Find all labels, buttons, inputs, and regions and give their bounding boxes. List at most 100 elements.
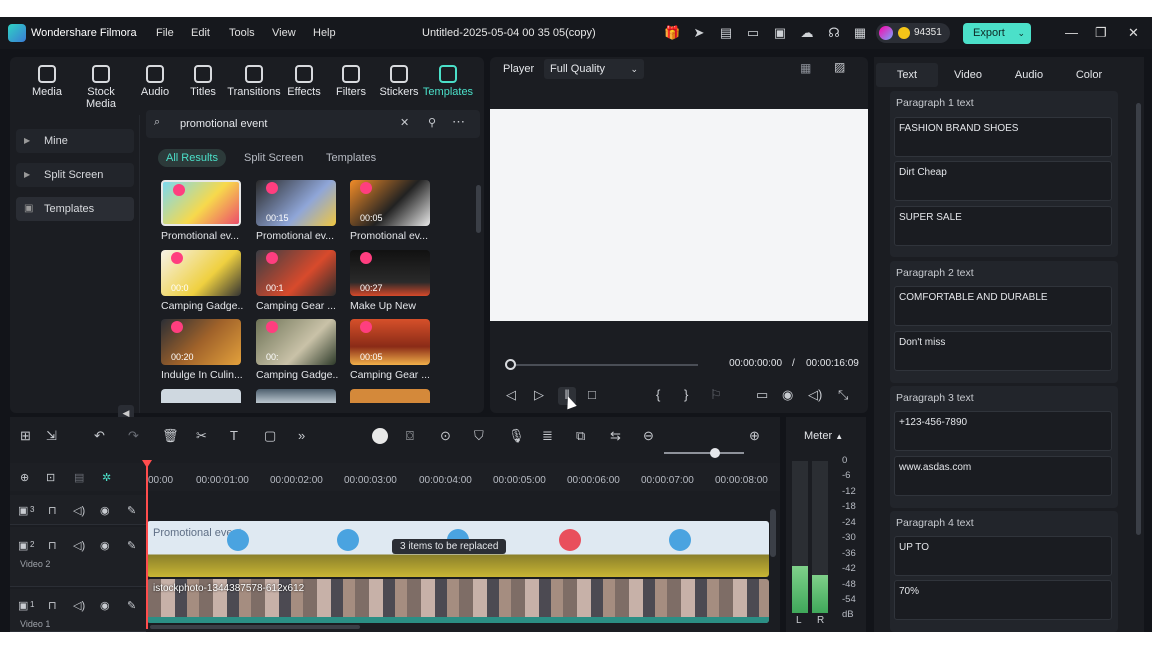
search-input[interactable]: promotional event [180,118,267,130]
tool-templates[interactable]: Templates [421,65,475,98]
menu-edit[interactable]: Edit [191,27,210,39]
clip-istockphoto[interactable]: istockphoto-1344387578-612x612 [147,579,769,623]
text-field[interactable]: +123-456-7890 [894,411,1112,451]
tool-effects[interactable]: Effects [277,65,331,98]
tab-text[interactable]: Text [876,63,938,87]
lock-icon[interactable]: ⊓ [48,599,57,612]
credits-badge[interactable]: 94351 [876,23,950,43]
mark-in-icon[interactable]: { [656,387,660,402]
display-icon[interactable]: ▭ [756,387,768,403]
text-field[interactable]: Don't miss [894,331,1112,371]
tool-filters[interactable]: Filters [324,65,378,98]
zoom-slider-handle[interactable] [710,448,720,458]
select-tool-icon[interactable]: ⇲ [46,428,57,444]
undo-icon[interactable]: ↶ [94,428,105,444]
render-icon[interactable]: ⊙ [440,428,451,444]
transition-icon[interactable]: ⇆ [610,428,621,444]
text-field[interactable]: FASHION BRAND SHOES [894,117,1112,157]
task-icon[interactable]: ▤ [718,25,734,41]
clear-search-icon[interactable]: ✕ [400,116,409,129]
mute-icon[interactable]: ◁) [73,539,85,552]
sidebar-item-mine[interactable]: ▶ Mine [16,129,134,153]
template-card[interactable]: 00:20 Indulge In Culin... [161,319,243,381]
eye-icon[interactable]: ◉ [100,539,110,552]
text-field[interactable]: COMFORTABLE AND DURABLE [894,286,1112,326]
mark-out-icon[interactable]: } [684,387,688,402]
text-tool-icon[interactable]: T [230,428,238,443]
text-field[interactable]: UP TO [894,536,1112,576]
zoom-out-icon[interactable]: ⊖ [643,428,654,444]
eye-icon[interactable]: ◉ [100,599,110,612]
add-track-icon[interactable]: ⊕ [20,471,29,484]
delete-icon[interactable]: 🗑 [162,428,179,444]
replace-icon[interactable]: ⧉ [576,428,585,444]
magic-icon[interactable]: ✎ [127,504,136,517]
menu-file[interactable]: File [156,27,174,39]
sidebar-item-split-screen[interactable]: ▶ Split Screen [16,163,134,187]
microphone-icon[interactable]: 🎙 [508,428,525,444]
gift-icon[interactable]: 🎁 [664,25,680,41]
timeline-horizontal-scrollbar[interactable] [150,625,360,629]
ai-tool-icon[interactable] [372,428,388,444]
quality-select[interactable]: Full Quality ⌄ [544,59,644,79]
magnet-icon[interactable]: ✲ [102,471,111,484]
menu-tools[interactable]: Tools [229,27,255,39]
volume-icon[interactable]: ◁) [808,387,822,403]
prev-frame-icon[interactable]: ◁ [506,387,516,403]
magic-icon[interactable]: ✎ [127,599,136,612]
timeline-vertical-scrollbar[interactable] [770,509,776,557]
more-tools-icon[interactable]: » [298,428,305,443]
apps-icon[interactable]: ▦ [852,25,868,41]
template-card[interactable]: 00:0 Camping Gadge... [161,250,243,312]
shield-icon[interactable]: ⛉ [474,428,484,444]
split-icon[interactable]: ✂ [196,428,207,444]
redo-icon[interactable]: ↷ [128,428,139,444]
template-card[interactable]: Promotional ev... [161,180,243,242]
template-card[interactable]: 00:15 Promotional ev... [256,180,338,242]
template-card[interactable]: 00:05 Camping Gear ... [350,319,432,381]
track-layout-icon[interactable]: ▤ [74,471,84,484]
close-icon[interactable]: ✕ [1128,25,1139,41]
camera-icon[interactable]: ◉ [782,387,793,403]
tab-video[interactable]: Video [937,63,999,87]
filter-icon[interactable]: ⚲ [428,116,436,129]
lock-icon[interactable]: ⊓ [48,504,57,517]
tool-transitions[interactable]: Transitions [226,65,282,98]
scrub-handle[interactable] [505,359,516,370]
meter-title[interactable]: Meter ▲ [804,430,843,442]
tab-audio[interactable]: Audio [998,63,1060,87]
magic-icon[interactable]: ✎ [127,539,136,552]
sidebar-item-templates[interactable]: ▣ Templates [16,197,134,221]
template-card[interactable]: 00: Camping Gadge... [256,319,338,381]
tool-media[interactable]: Media [20,65,74,98]
template-thumbnail[interactable] [350,389,430,403]
text-field[interactable]: SUPER SALE [894,206,1112,246]
tool-titles[interactable]: Titles [176,65,230,98]
menu-help[interactable]: Help [313,27,336,39]
snapshot-view-icon[interactable]: ▨ [834,60,845,74]
tool-audio[interactable]: Audio [128,65,182,98]
playhead[interactable] [146,465,148,629]
filter-all-results[interactable]: All Results [158,149,226,167]
lock-icon[interactable]: ⊓ [48,539,57,552]
filter-templates[interactable]: Templates [318,149,384,167]
menu-view[interactable]: View [272,27,296,39]
send-icon[interactable]: ➤ [691,25,707,41]
link-icon[interactable]: ⊡ [46,471,55,484]
template-thumbnail[interactable] [256,389,336,403]
tool-stock-media[interactable]: Stock Media [72,65,130,110]
text-field[interactable]: 70% [894,580,1112,620]
tool-stickers[interactable]: Stickers [372,65,426,98]
zoom-in-icon[interactable]: ⊕ [749,428,760,444]
stop-icon[interactable]: □ [588,387,596,402]
tab-color[interactable]: Color [1058,63,1120,87]
chevron-down-icon[interactable]: ⌄ [1017,23,1025,44]
timeline-ruler[interactable]: 00:00 00:00:01:00 00:00:02:00 00:00:03:0… [146,463,780,491]
mute-icon[interactable]: ◁) [73,504,85,517]
template-card[interactable]: 00:05 Promotional ev... [350,180,432,242]
template-card[interactable]: 00:27 Make Up New [350,250,432,312]
headset-icon[interactable]: ☊ [826,25,842,41]
minimize-icon[interactable]: — [1065,25,1078,40]
grid-view-icon[interactable]: ▦ [800,61,811,75]
filter-split-screen[interactable]: Split Screen [236,149,311,167]
